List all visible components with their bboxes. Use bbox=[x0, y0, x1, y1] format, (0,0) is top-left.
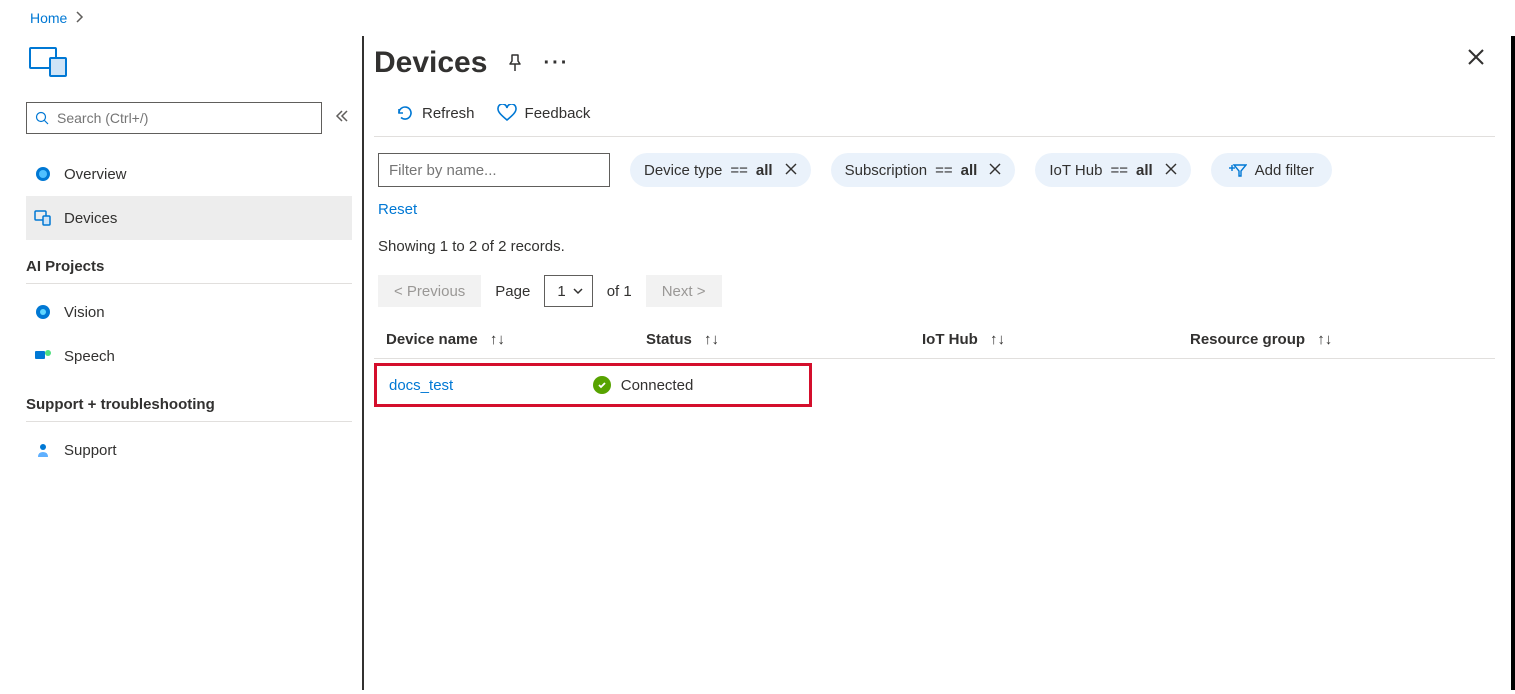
table-header-row: Device name ↑↓ Status ↑↓ IoT Hub ↑↓ Reso… bbox=[374, 331, 1495, 359]
close-button[interactable] bbox=[1467, 46, 1485, 72]
sort-icon: ↑↓ bbox=[990, 331, 1005, 348]
status-connected-icon bbox=[593, 376, 611, 394]
page-value: 1 bbox=[557, 283, 565, 300]
search-icon bbox=[35, 111, 49, 125]
pin-icon bbox=[507, 54, 523, 72]
collapse-sidebar-button[interactable] bbox=[332, 109, 352, 128]
sidebar-item-support[interactable]: Support bbox=[26, 428, 352, 472]
more-button[interactable]: ··· bbox=[543, 52, 569, 75]
device-name-link[interactable]: docs_test bbox=[377, 377, 593, 394]
filter-bar: Device type == all Subscription == all I… bbox=[378, 153, 1495, 187]
sidebar-item-label: Devices bbox=[64, 210, 117, 227]
filter-pill-device-type[interactable]: Device type == all bbox=[630, 153, 811, 187]
divider bbox=[26, 421, 352, 422]
refresh-button[interactable]: Refresh bbox=[396, 104, 475, 122]
sidebar: Overview Devices AI Projects Vision Spe bbox=[0, 36, 362, 690]
toolbar-label: Refresh bbox=[422, 105, 475, 122]
sidebar-item-label: Support bbox=[64, 442, 117, 459]
sidebar-item-label: Overview bbox=[64, 166, 127, 183]
support-icon bbox=[34, 441, 52, 459]
table-row[interactable]: docs_test Connected bbox=[377, 376, 809, 394]
refresh-icon bbox=[396, 104, 414, 122]
page-label: Page bbox=[495, 283, 530, 300]
pagination: < Previous Page 1 of 1 Next > bbox=[378, 275, 1495, 307]
toolbar: Refresh Feedback bbox=[396, 104, 1495, 122]
filter-name-input[interactable] bbox=[378, 153, 610, 187]
column-header-iot-hub[interactable]: IoT Hub ↑↓ bbox=[922, 331, 1190, 348]
filter-op: == bbox=[730, 162, 748, 179]
remove-filter-button[interactable] bbox=[1165, 162, 1177, 179]
remove-filter-button[interactable] bbox=[785, 162, 797, 179]
vision-icon bbox=[34, 303, 52, 321]
page-of-text: of 1 bbox=[607, 283, 632, 300]
next-page-button[interactable]: Next > bbox=[646, 275, 722, 307]
close-icon bbox=[1467, 48, 1485, 66]
column-header-status[interactable]: Status ↑↓ bbox=[646, 331, 922, 348]
close-icon bbox=[989, 163, 1001, 175]
status-text: Connected bbox=[621, 377, 694, 394]
filter-op: == bbox=[1110, 162, 1128, 179]
previous-page-button[interactable]: < Previous bbox=[378, 275, 481, 307]
devices-table: Device name ↑↓ Status ↑↓ IoT Hub ↑↓ Reso… bbox=[374, 331, 1495, 407]
double-chevron-left-icon bbox=[335, 109, 349, 123]
feedback-button[interactable]: Feedback bbox=[497, 104, 591, 122]
sort-icon: ↑↓ bbox=[704, 331, 719, 348]
filter-label: Device type bbox=[644, 162, 722, 179]
filter-pill-iot-hub[interactable]: IoT Hub == all bbox=[1035, 153, 1190, 187]
remove-filter-button[interactable] bbox=[989, 162, 1001, 179]
pin-button[interactable] bbox=[507, 54, 523, 72]
add-filter-label: Add filter bbox=[1255, 162, 1314, 179]
record-count-text: Showing 1 to 2 of 2 records. bbox=[378, 238, 1495, 255]
main-content: Devices ··· Refresh bbox=[362, 36, 1515, 690]
sidebar-section-ai-projects: AI Projects bbox=[26, 258, 352, 275]
sidebar-item-overview[interactable]: Overview bbox=[26, 152, 352, 196]
column-header-device-name[interactable]: Device name ↑↓ bbox=[374, 331, 646, 348]
sidebar-search-input[interactable] bbox=[57, 110, 313, 126]
close-icon bbox=[785, 163, 797, 175]
divider bbox=[26, 283, 352, 284]
header-label: Device name bbox=[386, 331, 478, 348]
sort-icon: ↑↓ bbox=[1317, 331, 1332, 348]
highlighted-row: docs_test Connected bbox=[374, 363, 812, 407]
header-label: Status bbox=[646, 331, 692, 348]
right-edge-bar bbox=[1511, 36, 1515, 690]
breadcrumb: Home bbox=[0, 0, 1515, 36]
sidebar-section-support: Support + troubleshooting bbox=[26, 396, 352, 413]
filter-label: IoT Hub bbox=[1049, 162, 1102, 179]
resource-logo-icon bbox=[28, 46, 68, 74]
page-title: Devices bbox=[374, 46, 487, 80]
page-select[interactable]: 1 bbox=[544, 275, 592, 307]
add-filter-button[interactable]: Add filter bbox=[1211, 153, 1332, 187]
reset-filters-link[interactable]: Reset bbox=[378, 201, 417, 218]
close-icon bbox=[1165, 163, 1177, 175]
sort-icon: ↑↓ bbox=[490, 331, 505, 348]
sidebar-item-speech[interactable]: Speech bbox=[26, 334, 352, 378]
filter-op: == bbox=[935, 162, 953, 179]
chevron-down-icon bbox=[572, 284, 584, 301]
sidebar-item-label: Speech bbox=[64, 348, 115, 365]
header-label: Resource group bbox=[1190, 331, 1305, 348]
sidebar-item-devices[interactable]: Devices bbox=[26, 196, 352, 240]
filter-value: all bbox=[961, 162, 978, 179]
toolbar-label: Feedback bbox=[525, 105, 591, 122]
sidebar-search-box[interactable] bbox=[26, 102, 322, 134]
page-header: Devices ··· bbox=[374, 46, 1495, 80]
heart-icon bbox=[497, 104, 517, 122]
speech-icon bbox=[34, 347, 52, 365]
header-label: IoT Hub bbox=[922, 331, 978, 348]
filter-value: all bbox=[756, 162, 773, 179]
filter-pill-subscription[interactable]: Subscription == all bbox=[831, 153, 1016, 187]
sidebar-item-vision[interactable]: Vision bbox=[26, 290, 352, 334]
filter-label: Subscription bbox=[845, 162, 928, 179]
divider bbox=[374, 136, 1495, 137]
sidebar-item-label: Vision bbox=[64, 304, 105, 321]
status-cell: Connected bbox=[593, 376, 809, 394]
column-header-resource-group[interactable]: Resource group ↑↓ bbox=[1190, 331, 1495, 348]
breadcrumb-home-link[interactable]: Home bbox=[30, 10, 67, 26]
devices-icon bbox=[34, 209, 52, 227]
add-filter-icon bbox=[1229, 162, 1247, 178]
filter-value: all bbox=[1136, 162, 1153, 179]
chevron-right-icon bbox=[75, 10, 85, 26]
overview-icon bbox=[34, 165, 52, 183]
